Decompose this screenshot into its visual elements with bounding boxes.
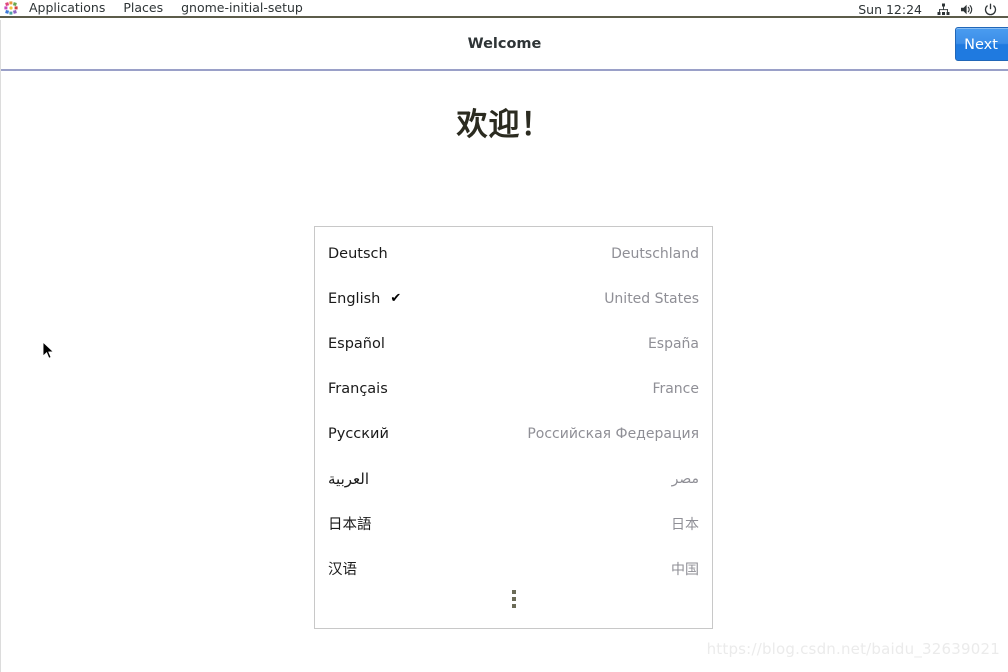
gnome-initial-setup-window: Welcome Next 欢迎！ Deutsch Deutschland Engli… — [0, 20, 1008, 672]
places-menu[interactable]: Places — [114, 0, 172, 17]
language-row[interactable]: العربية مصر — [315, 456, 712, 501]
next-button[interactable]: Next — [955, 27, 1008, 61]
clock[interactable]: Sun 12:24 — [854, 2, 932, 17]
top-panel-left-group: Applications Places gnome-initial-setup — [0, 0, 312, 17]
language-country: España — [647, 335, 699, 352]
language-row[interactable]: Français France — [315, 366, 712, 411]
language-name: Español — [328, 335, 385, 352]
language-country: Российская Федерация — [527, 425, 699, 442]
language-country: France — [652, 380, 699, 397]
top-panel-right-group: Sun 12:24 — [854, 0, 1008, 18]
check-icon: ✔ — [390, 291, 402, 306]
volume-icon[interactable] — [955, 3, 979, 16]
more-dot — [511, 597, 516, 601]
language-name: Français — [328, 380, 388, 397]
more-dot — [511, 604, 516, 608]
language-row[interactable]: 日本語 日本 — [315, 501, 712, 546]
language-name: العربية — [328, 469, 369, 488]
language-row[interactable]: English ✔ United States — [315, 276, 712, 321]
language-country: مصر — [671, 470, 699, 487]
language-country: United States — [604, 290, 699, 307]
language-name: Русский — [328, 425, 389, 442]
language-name: English — [328, 290, 381, 307]
language-list: Deutsch Deutschland English ✔ United States E… — [314, 226, 713, 629]
more-dot — [511, 590, 516, 594]
power-icon[interactable] — [979, 3, 1002, 16]
more-vertical-icon[interactable] — [315, 584, 712, 614]
language-name: 汉语 — [328, 562, 357, 578]
window-header-bar: Welcome Next — [1, 20, 1008, 71]
language-country: 日本 — [671, 516, 699, 533]
mouse-cursor — [42, 340, 56, 361]
watermark-text: https://blog.csdn.net/baidu_32639021 — [706, 640, 1000, 658]
applications-menu[interactable]: Applications — [20, 0, 114, 17]
gnome-top-panel: Applications Places gnome-initial-setup … — [0, 0, 1008, 18]
language-row[interactable]: Español España — [315, 321, 712, 366]
active-window-menu[interactable]: gnome-initial-setup — [172, 0, 312, 17]
language-row[interactable]: Русский Российская Федерация — [315, 411, 712, 456]
language-name: 日本語 — [328, 517, 372, 533]
network-wired-icon[interactable] — [932, 3, 955, 16]
language-country: Deutschland — [611, 245, 699, 262]
language-rows-container: Deutsch Deutschland English ✔ United States E… — [315, 231, 712, 591]
window-content: 欢迎！ Deutsch Deutschland English ✔ United Sta… — [1, 71, 1008, 672]
page-title: Welcome — [467, 36, 542, 52]
language-name: Deutsch — [328, 245, 388, 262]
language-row[interactable]: Deutsch Deutschland — [315, 231, 712, 276]
welcome-heading: 欢迎！ — [456, 107, 553, 143]
applications-pinwheel-icon[interactable] — [0, 1, 20, 15]
language-country: 中国 — [671, 561, 699, 578]
